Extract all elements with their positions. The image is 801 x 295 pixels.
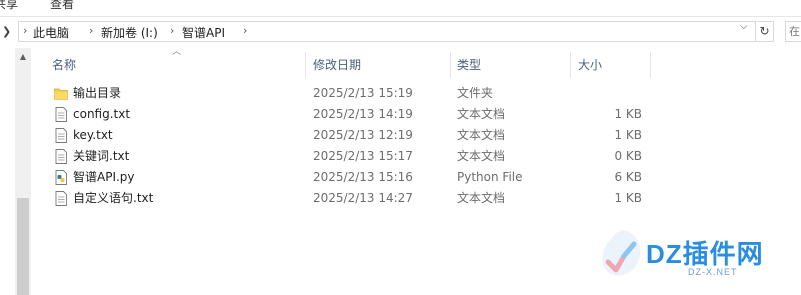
file-row[interactable]: key.txt 2025/2/13 12:19 文本文档 1 KB bbox=[50, 125, 660, 146]
file-type: Python File bbox=[457, 170, 523, 184]
column-header-name[interactable]: 名称 bbox=[52, 52, 302, 78]
file-name[interactable]: 关键词.txt bbox=[73, 146, 129, 167]
chevron-right-icon[interactable]: › bbox=[243, 24, 247, 37]
file-size: 1 KB bbox=[614, 191, 642, 205]
ribbon: 共享 查看 bbox=[0, 0, 801, 16]
file-date: 2025/2/13 15:19 bbox=[313, 86, 413, 100]
chevron-right-icon[interactable]: › bbox=[23, 24, 27, 37]
file-name[interactable]: key.txt bbox=[73, 125, 113, 146]
text-file-icon bbox=[55, 149, 67, 164]
chevron-right-icon[interactable]: › bbox=[170, 24, 174, 37]
nav-pane-scrollbar[interactable]: ▲ bbox=[15, 48, 31, 295]
file-type: 文本文档 bbox=[457, 149, 506, 163]
file-date: 2025/2/13 15:16 bbox=[313, 170, 413, 184]
chevron-right-icon[interactable]: › bbox=[89, 24, 93, 37]
search-input[interactable]: 在 bbox=[785, 21, 801, 42]
navigation-bar: ❯ › 此电脑 › 新加卷 (I:) › 智谱API › ⌵ ↻ 在 bbox=[0, 18, 801, 46]
column-header-type[interactable]: 类型 bbox=[457, 52, 557, 78]
column-divider[interactable] bbox=[305, 52, 306, 78]
file-type: 文本文档 bbox=[457, 128, 506, 142]
file-row[interactable]: 输出目录 2025/2/13 15:19 文件夹 bbox=[50, 83, 660, 104]
up-arrow-icon[interactable]: ❯ bbox=[2, 26, 14, 38]
file-type: 文本文档 bbox=[457, 107, 506, 121]
file-size: 1 KB bbox=[614, 128, 642, 142]
breadcrumb-this-pc[interactable]: 此电脑 bbox=[33, 24, 69, 41]
breadcrumb-drive[interactable]: 新加卷 (I:) bbox=[101, 24, 158, 41]
text-file-icon bbox=[55, 128, 67, 143]
column-header-date[interactable]: 修改日期 bbox=[313, 52, 443, 78]
text-file-icon bbox=[55, 107, 67, 122]
chevron-down-icon[interactable]: ⌵ bbox=[740, 21, 748, 32]
file-name[interactable]: 输出目录 bbox=[73, 83, 121, 104]
folder-icon bbox=[54, 88, 68, 100]
column-divider[interactable] bbox=[570, 52, 571, 78]
watermark-logo: DZ插件网 DZ-X.NET bbox=[596, 222, 801, 295]
file-name[interactable]: config.txt bbox=[73, 104, 130, 125]
scroll-up-icon[interactable]: ▲ bbox=[15, 50, 31, 64]
file-date: 2025/2/13 14:19 bbox=[313, 107, 413, 121]
breadcrumb-folder[interactable]: 智谱API bbox=[182, 24, 225, 41]
file-size: 0 KB bbox=[614, 149, 642, 163]
file-name[interactable]: 智谱API.py bbox=[73, 167, 135, 188]
logo-mark-icon bbox=[602, 230, 641, 276]
text-file-icon bbox=[55, 191, 67, 206]
column-divider[interactable] bbox=[450, 52, 451, 78]
file-row[interactable]: 自定义语句.txt 2025/2/13 14:27 文本文档 1 KB bbox=[50, 188, 660, 209]
python-file-icon bbox=[55, 170, 67, 185]
ribbon-tab-view[interactable]: 查看 bbox=[50, 0, 74, 12]
file-size bbox=[560, 83, 642, 104]
ribbon-divider bbox=[0, 16, 801, 17]
file-row[interactable]: 智谱API.py 2025/2/13 15:16 Python File 6 K… bbox=[50, 167, 660, 188]
refresh-icon[interactable]: ↻ bbox=[756, 21, 774, 42]
scroll-thumb[interactable] bbox=[17, 198, 29, 295]
file-date: 2025/2/13 12:19 bbox=[313, 128, 413, 142]
file-type: 文本文档 bbox=[457, 191, 506, 205]
file-name[interactable]: 自定义语句.txt bbox=[73, 188, 153, 209]
file-size: 1 KB bbox=[614, 107, 642, 121]
ribbon-tab-share[interactable]: 共享 bbox=[0, 0, 18, 12]
column-divider[interactable] bbox=[650, 52, 651, 78]
address-bar[interactable]: › 此电脑 › 新加卷 (I:) › 智谱API › bbox=[18, 21, 756, 42]
column-header-size[interactable]: 大小 bbox=[578, 52, 648, 78]
watermark-text: DZ插件网 bbox=[646, 239, 764, 269]
file-type: 文件夹 bbox=[457, 86, 494, 100]
file-date: 2025/2/13 15:17 bbox=[313, 149, 413, 163]
file-row[interactable]: config.txt 2025/2/13 14:19 文本文档 1 KB bbox=[50, 104, 660, 125]
file-row[interactable]: 关键词.txt 2025/2/13 15:17 文本文档 0 KB bbox=[50, 146, 660, 167]
watermark-subtext: DZ-X.NET bbox=[688, 267, 738, 277]
file-size: 6 KB bbox=[614, 170, 642, 184]
file-date: 2025/2/13 14:27 bbox=[313, 191, 413, 205]
